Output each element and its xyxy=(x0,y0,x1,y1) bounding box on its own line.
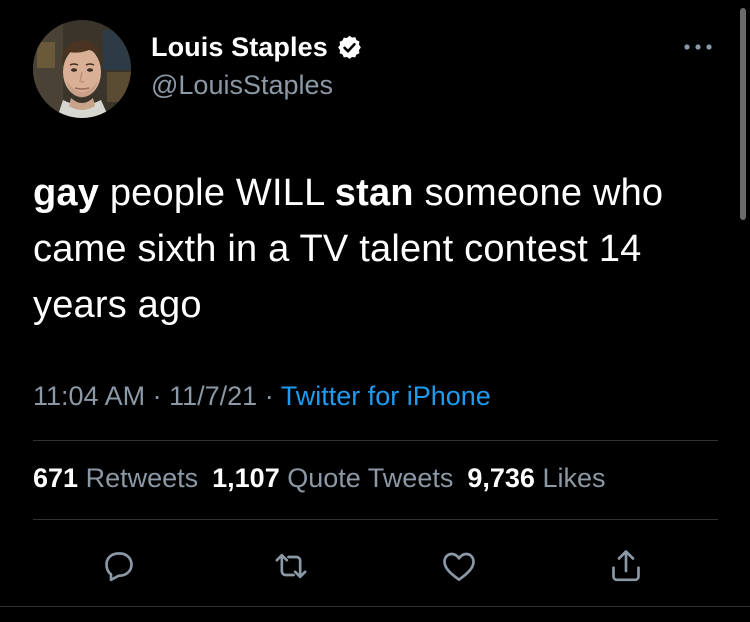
retweets-label: Retweets xyxy=(85,463,199,493)
author-name[interactable]: Louis Staples xyxy=(151,32,328,63)
quote-tweets-stat[interactable]: 1,107 Quote Tweets xyxy=(212,463,453,493)
retweets-count: 671 xyxy=(33,463,79,493)
meta-separator: · xyxy=(152,381,162,411)
tweet-text-bold: stan xyxy=(334,172,414,214)
tweet-text: gay people WILL stan someone who came si… xyxy=(33,165,733,333)
tweet-source-link[interactable]: Twitter for iPhone xyxy=(281,381,491,411)
heart-icon xyxy=(443,552,475,581)
share-button[interactable] xyxy=(606,546,646,586)
retweet-arrows-icon xyxy=(275,553,307,579)
divider xyxy=(0,606,750,607)
tweet-meta: 11:04 AM · 11/7/21 · Twitter for iPhone xyxy=(33,381,491,412)
quote-tweets-label: Quote Tweets xyxy=(287,463,454,493)
more-options-icon[interactable] xyxy=(680,38,716,56)
author-handle[interactable]: @LouisStaples xyxy=(151,70,333,101)
tweet-time[interactable]: 11:04 AM xyxy=(33,381,145,411)
share-upload-icon xyxy=(612,550,640,582)
like-button[interactable] xyxy=(439,546,479,586)
divider xyxy=(33,519,718,520)
retweet-button[interactable] xyxy=(271,546,311,586)
verified-badge-icon xyxy=(336,34,363,61)
tweet-date[interactable]: 11/7/21 xyxy=(169,381,257,411)
reply-button[interactable] xyxy=(99,546,139,586)
quote-tweets-count: 1,107 xyxy=(212,463,280,493)
tweet-text-bold: gay xyxy=(33,172,100,214)
scrollbar[interactable] xyxy=(740,8,746,220)
tweet-actions xyxy=(0,546,750,586)
speech-bubble-icon xyxy=(105,552,133,582)
tweet-stats: 671 Retweets 1,107 Quote Tweets 9,736 Like… xyxy=(33,463,619,494)
likes-count: 9,736 xyxy=(467,463,535,493)
avatar-photo xyxy=(33,20,131,118)
likes-stat[interactable]: 9,736 Likes xyxy=(467,463,605,493)
meta-separator: · xyxy=(264,381,274,411)
likes-label: Likes xyxy=(542,463,606,493)
tweet-text-plain: people WILL xyxy=(99,172,335,214)
avatar[interactable] xyxy=(33,20,131,118)
display-name[interactable]: Louis Staples xyxy=(151,32,363,63)
tweet-detail: Louis Staples @LouisStaples gay people W… xyxy=(0,0,750,622)
retweets-stat[interactable]: 671 Retweets xyxy=(33,463,198,493)
divider xyxy=(33,440,718,441)
